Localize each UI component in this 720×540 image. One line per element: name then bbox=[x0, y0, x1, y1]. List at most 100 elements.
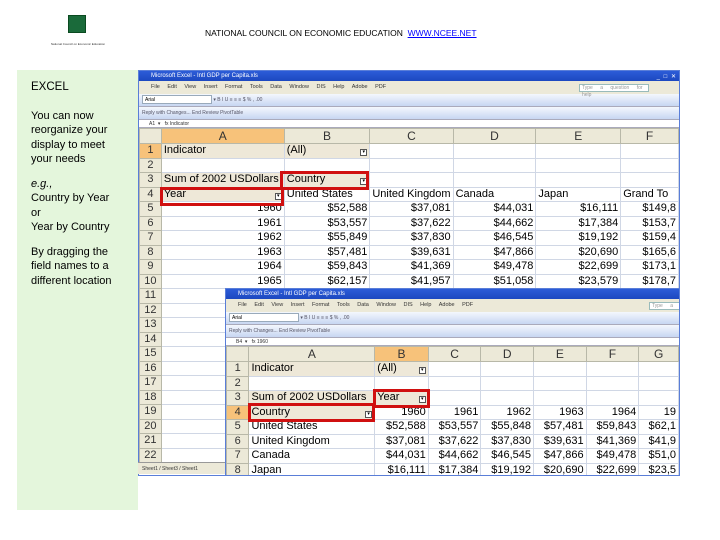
cell[interactable]: $165,6 bbox=[620, 244, 679, 260]
cell[interactable]: $41,957 bbox=[369, 273, 454, 289]
cell[interactable]: $37,622 bbox=[427, 433, 482, 449]
row-header[interactable]: 6 bbox=[226, 433, 250, 449]
cell[interactable]: $19,192 bbox=[535, 230, 622, 246]
field-dropdown-icon[interactable]: ▾ bbox=[274, 192, 282, 200]
cell[interactable] bbox=[533, 375, 587, 391]
row-header[interactable]: 7 bbox=[226, 448, 250, 464]
column-header[interactable]: B bbox=[283, 128, 371, 144]
cell[interactable]: 1964 bbox=[585, 404, 640, 420]
corner-cell[interactable] bbox=[139, 128, 162, 144]
cell[interactable]: $51,0 bbox=[638, 448, 679, 464]
cell[interactable] bbox=[452, 143, 537, 159]
row-header[interactable]: 16 bbox=[139, 360, 162, 376]
row-header[interactable]: 10 bbox=[139, 273, 162, 289]
cell[interactable] bbox=[248, 375, 376, 391]
column-header[interactable]: F bbox=[620, 128, 679, 144]
cell[interactable]: $19,192 bbox=[480, 462, 535, 475]
cell[interactable]: $22,699 bbox=[585, 462, 640, 475]
cell[interactable]: 1961 bbox=[427, 404, 482, 420]
row-header[interactable]: 13 bbox=[139, 317, 162, 333]
cell[interactable]: $52,588 bbox=[283, 201, 371, 217]
row-header[interactable]: 1 bbox=[226, 361, 250, 377]
row-header[interactable]: 4 bbox=[139, 186, 162, 202]
cell[interactable]: $47,866 bbox=[452, 244, 537, 260]
column-header[interactable]: A bbox=[160, 128, 285, 144]
cell[interactable]: 1964 bbox=[160, 259, 285, 275]
row-header[interactable]: 17 bbox=[139, 375, 162, 391]
cell[interactable] bbox=[535, 143, 622, 159]
cell[interactable]: $46,545 bbox=[480, 448, 535, 464]
row-header[interactable]: 3 bbox=[139, 172, 162, 188]
column-header[interactable]: B bbox=[374, 346, 429, 362]
row-header[interactable]: 2 bbox=[226, 375, 250, 391]
cell[interactable]: United States bbox=[248, 419, 376, 435]
column-header[interactable]: D bbox=[480, 346, 535, 362]
cell[interactable]: 1965 bbox=[160, 273, 285, 289]
cell[interactable]: Japan bbox=[535, 186, 622, 202]
cell[interactable]: $39,631 bbox=[533, 433, 587, 449]
cell[interactable]: 1961 bbox=[160, 215, 285, 231]
help-input[interactable]: Type a question for help bbox=[579, 84, 649, 98]
row-header[interactable]: 5 bbox=[226, 419, 250, 435]
cell[interactable]: $49,478 bbox=[452, 259, 537, 275]
help-input[interactable]: Type a q bbox=[649, 302, 679, 310]
cell[interactable]: $149,8 bbox=[620, 201, 679, 217]
cell[interactable]: 1963 bbox=[533, 404, 587, 420]
cell[interactable]: $44,031 bbox=[452, 201, 537, 217]
cell[interactable]: $16,111 bbox=[535, 201, 622, 217]
cell[interactable]: $46,545 bbox=[452, 230, 537, 246]
cell[interactable]: 1962 bbox=[480, 404, 535, 420]
cell[interactable]: $37,830 bbox=[480, 433, 535, 449]
row-header[interactable]: 11 bbox=[139, 288, 162, 304]
cell[interactable]: $55,849 bbox=[283, 230, 371, 246]
cell[interactable]: $17,384 bbox=[427, 462, 482, 475]
corner-cell[interactable] bbox=[226, 346, 250, 362]
cell[interactable]: $153,7 bbox=[620, 215, 679, 231]
menu-bar[interactable]: File Edit View Insert Format Tools Data … bbox=[226, 299, 679, 312]
row-header[interactable]: 20 bbox=[139, 418, 162, 434]
field-dropdown-icon[interactable]: ▾ bbox=[418, 367, 426, 375]
column-header[interactable]: D bbox=[452, 128, 537, 144]
cell[interactable] bbox=[427, 390, 482, 406]
row-header[interactable]: 15 bbox=[139, 346, 162, 362]
row-header[interactable]: 22 bbox=[139, 447, 162, 463]
cell[interactable]: $173,1 bbox=[620, 259, 679, 275]
cell[interactable] bbox=[533, 361, 587, 377]
cell[interactable]: $62,157 bbox=[283, 273, 371, 289]
cell[interactable]: Grand To bbox=[620, 186, 679, 202]
row-header[interactable]: 9 bbox=[139, 259, 162, 275]
formula-bar[interactable]: A1 ▾ fx Indicator bbox=[139, 120, 679, 128]
row-header[interactable]: 19 bbox=[139, 404, 162, 420]
column-header[interactable]: C bbox=[369, 128, 454, 144]
cell[interactable] bbox=[535, 172, 622, 188]
cell[interactable]: $37,622 bbox=[369, 215, 454, 231]
row-header[interactable]: 14 bbox=[139, 331, 162, 347]
cell[interactable]: $57,481 bbox=[283, 244, 371, 260]
row-header[interactable]: 2 bbox=[139, 157, 162, 173]
cell[interactable]: $17,384 bbox=[535, 215, 622, 231]
cell[interactable] bbox=[585, 361, 640, 377]
cell[interactable]: $159,4 bbox=[620, 230, 679, 246]
cell[interactable]: $37,830 bbox=[369, 230, 454, 246]
column-header[interactable]: E bbox=[533, 346, 587, 362]
field-dropdown-icon[interactable]: ▾ bbox=[365, 410, 373, 418]
font-select[interactable]: Arial bbox=[142, 95, 212, 105]
cell[interactable] bbox=[452, 157, 537, 173]
pivot-toolbar[interactable]: Reply with Changes... End Review PivotTa… bbox=[226, 325, 679, 338]
cell[interactable]: 1963 bbox=[160, 244, 285, 260]
row-header[interactable]: 6 bbox=[139, 215, 162, 231]
row-header[interactable]: 1 bbox=[139, 143, 162, 159]
column-header[interactable]: E bbox=[535, 128, 622, 144]
column-header[interactable]: G bbox=[638, 346, 679, 362]
row-header[interactable]: 18 bbox=[139, 389, 162, 405]
cell[interactable]: $44,031 bbox=[374, 448, 429, 464]
cell[interactable]: $20,690 bbox=[533, 462, 587, 475]
cell[interactable] bbox=[585, 375, 640, 391]
cell[interactable]: Sum of 2002 USDollars bbox=[248, 390, 376, 406]
row-header[interactable]: 12 bbox=[139, 302, 162, 318]
row-header[interactable]: 8 bbox=[139, 244, 162, 260]
ncee-link[interactable]: WWW.NCEE.NET bbox=[408, 28, 477, 38]
row-header[interactable]: 4 bbox=[226, 404, 250, 420]
column-header[interactable]: F bbox=[585, 346, 640, 362]
cell[interactable]: $59,843 bbox=[283, 259, 371, 275]
